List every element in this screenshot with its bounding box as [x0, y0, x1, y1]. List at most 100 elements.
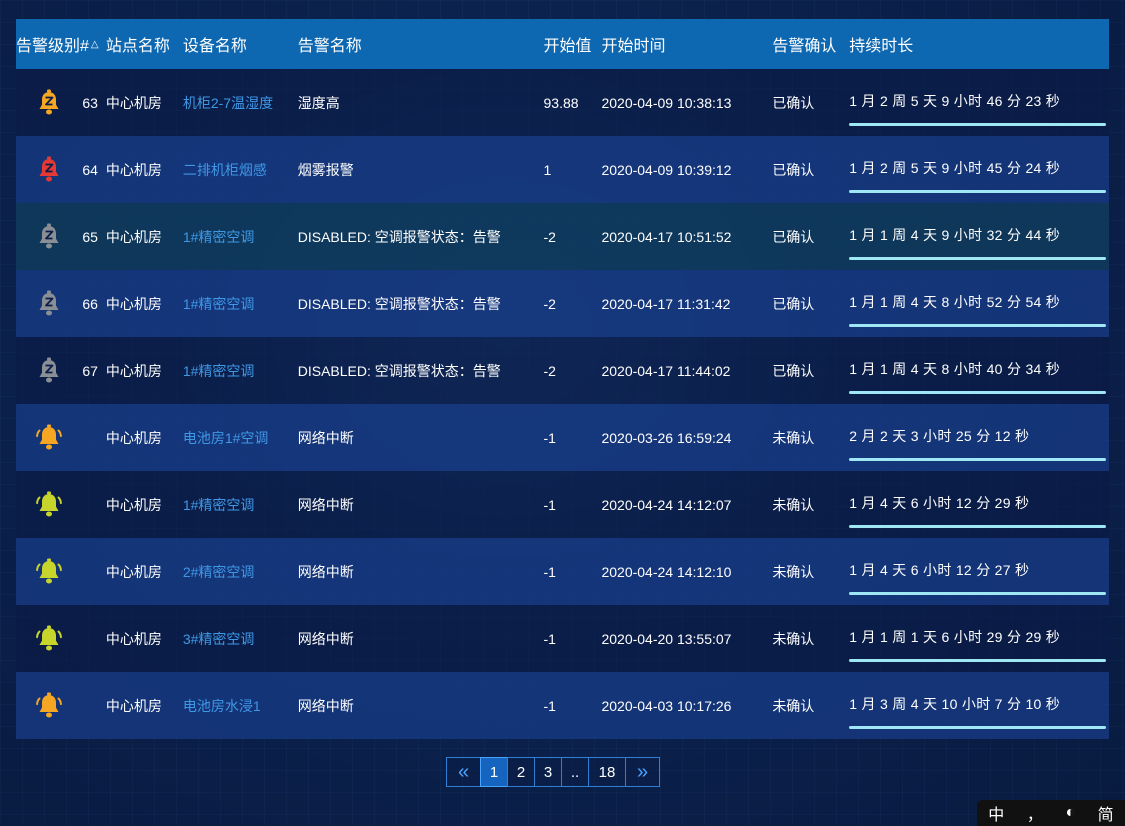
alarm-id: 64	[82, 161, 98, 178]
bell-snooze-icon	[16, 357, 82, 385]
device-link[interactable]: 1#精密空调	[183, 495, 298, 515]
start-time: 2020-04-17 11:44:02	[601, 362, 731, 379]
table-row[interactable]: 64 中心机房 二排机柜烟感 烟雾报警 1 2020-04-09 10:39:12 已确认 1…	[16, 136, 1109, 203]
device-link[interactable]: 电池房水浸1	[183, 696, 298, 716]
site-name: 中心机房	[105, 228, 162, 245]
table-row[interactable]: 中心机房 电池房1#空调 网络中断 -1 2020-03-26 16:59:24 未确认 2…	[16, 404, 1109, 471]
bell-snooze-icon	[16, 223, 82, 251]
alarm-name: DISABLED: 空调报警状态：告警	[297, 362, 501, 379]
page-2-button[interactable]: 2	[507, 757, 535, 787]
duration-cell: 1 月 1 周 1 天 6 小时 29 分 29 秒	[849, 605, 1109, 672]
sort-icon[interactable]: △	[91, 39, 99, 50]
ime-punct-toggle[interactable]: ，	[1027, 801, 1043, 825]
alarm-name: DISABLED: 空调报警状态：告警	[297, 228, 501, 245]
start-time: 2020-04-17 10:51:52	[601, 228, 732, 245]
page-1-button[interactable]: 1	[480, 757, 508, 787]
duration-text: 1 月 3 周 4 天 10 小时 7 分 10 秒	[849, 696, 1061, 712]
duration-cell: 2 月 2 天 3 小时 25 分 12 秒	[849, 404, 1109, 471]
ack-status: 已确认	[772, 228, 815, 245]
alarm-name: DISABLED: 空调报警状态：告警	[297, 295, 501, 312]
device-link[interactable]: 1#精密空调	[183, 227, 298, 247]
site-name: 中心机房	[105, 161, 162, 178]
table-row[interactable]: 63 中心机房 机柜2-7温湿度 湿度高 93.88 2020-04-09 10:38:1…	[16, 69, 1109, 136]
alarm-name: 湿度高	[297, 94, 340, 111]
start-value: -1	[543, 429, 556, 446]
ack-status: 已确认	[772, 94, 815, 111]
start-time: 2020-04-24 14:12:07	[601, 496, 732, 513]
header-ack[interactable]: 告警确认	[772, 32, 849, 56]
duration-text: 1 月 1 周 4 天 9 小时 32 分 44 秒	[849, 227, 1061, 243]
duration-bar	[849, 123, 1107, 126]
ack-status: 已确认	[772, 161, 815, 178]
start-value: -1	[543, 630, 556, 647]
site-name: 中心机房	[105, 362, 162, 379]
duration-bar	[849, 659, 1107, 662]
table-row[interactable]: 中心机房 3#精密空调 网络中断 -1 2020-04-20 13:55:07 未确认 1 …	[16, 605, 1109, 672]
page-ellipsis: ..	[561, 757, 589, 787]
bell-snooze-icon	[16, 89, 82, 117]
duration-bar	[849, 525, 1107, 528]
table-row[interactable]: 中心机房 1#精密空调 网络中断 -1 2020-04-24 14:12:07 未确认 1 …	[16, 471, 1109, 538]
duration-bar	[849, 726, 1107, 729]
duration-bar	[849, 190, 1107, 193]
duration-cell: 1 月 1 周 4 天 9 小时 32 分 44 秒	[849, 203, 1109, 270]
ime-lang-toggle[interactable]: 中	[988, 801, 1004, 825]
header-level-label: 告警级别#	[16, 38, 89, 55]
duration-text: 1 月 2 周 5 天 9 小时 46 分 23 秒	[849, 93, 1061, 109]
ack-status: 未确认	[772, 496, 815, 513]
header-start-value[interactable]: 开始值	[544, 32, 602, 56]
duration-bar	[849, 391, 1107, 394]
page-3-button[interactable]: 3	[534, 757, 562, 787]
alarm-name: 网络中断	[297, 630, 354, 647]
alarm-id: 63	[82, 94, 98, 111]
header-level[interactable]: 告警级别# △	[16, 32, 100, 56]
site-name: 中心机房	[105, 630, 162, 647]
duration-text: 1 月 4 天 6 小时 12 分 27 秒	[849, 562, 1030, 578]
header-duration[interactable]: 持续时长	[849, 19, 1109, 69]
ime-moon-icon[interactable]: ◐	[1065, 804, 1075, 822]
start-value: -1	[543, 496, 556, 513]
duration-text: 1 月 1 周 4 天 8 小时 40 分 34 秒	[849, 361, 1061, 377]
duration-text: 1 月 1 周 1 天 6 小时 29 分 29 秒	[849, 629, 1061, 645]
device-link[interactable]: 电池房1#空调	[183, 428, 298, 448]
header-alarm[interactable]: 告警名称	[298, 32, 544, 56]
device-link[interactable]: 机柜2-7温湿度	[183, 93, 298, 113]
duration-bar	[849, 257, 1107, 260]
site-name: 中心机房	[105, 94, 162, 111]
device-link[interactable]: 二排机柜烟感	[183, 160, 298, 180]
device-link[interactable]: 3#精密空调	[183, 629, 298, 649]
start-time: 2020-04-17 11:31:42	[601, 295, 731, 312]
start-time: 2020-04-03 10:17:26	[601, 697, 732, 714]
duration-cell: 1 月 1 周 4 天 8 小时 40 分 34 秒	[849, 337, 1109, 404]
device-link[interactable]: 1#精密空调	[183, 294, 298, 314]
site-name: 中心机房	[105, 496, 162, 513]
duration-text: 1 月 2 周 5 天 9 小时 45 分 24 秒	[849, 160, 1061, 176]
table-row[interactable]: 67 中心机房 1#精密空调 DISABLED: 空调报警状态：告警 -2 2020-04…	[16, 337, 1109, 404]
table-row[interactable]: 中心机房 电池房水浸1 网络中断 -1 2020-04-03 10:17:26 未确认 1 …	[16, 672, 1109, 739]
alarm-name: 网络中断	[297, 496, 354, 513]
ime-mode-toggle[interactable]: 简	[1098, 801, 1114, 825]
header-device[interactable]: 设备名称	[183, 32, 298, 56]
duration-text: 1 月 4 天 6 小时 12 分 29 秒	[849, 495, 1030, 511]
duration-cell: 1 月 1 周 4 天 8 小时 52 分 54 秒	[849, 270, 1109, 337]
site-name: 中心机房	[105, 697, 162, 714]
start-value: -2	[543, 295, 556, 312]
bell-snooze-icon	[16, 156, 82, 184]
device-link[interactable]: 1#精密空调	[183, 361, 298, 381]
table-row[interactable]: 中心机房 2#精密空调 网络中断 -1 2020-04-24 14:12:10 未确认 1 …	[16, 538, 1109, 605]
ack-status: 未确认	[772, 429, 815, 446]
header-start-time[interactable]: 开始时间	[601, 32, 772, 56]
site-name: 中心机房	[105, 563, 162, 580]
prev-page-button[interactable]: «	[446, 757, 481, 787]
table-row[interactable]: 66 中心机房 1#精密空调 DISABLED: 空调报警状态：告警 -2 2020-04…	[16, 270, 1109, 337]
site-name: 中心机房	[105, 295, 162, 312]
next-page-button[interactable]: »	[625, 757, 660, 787]
duration-cell: 1 月 4 天 6 小时 12 分 29 秒	[849, 471, 1109, 538]
page-18-button[interactable]: 18	[588, 757, 626, 787]
start-time: 2020-04-09 10:39:12	[601, 161, 732, 178]
header-site[interactable]: 站点名称	[100, 32, 183, 56]
table-row[interactable]: 65 中心机房 1#精密空调 DISABLED: 空调报警状态：告警 -2 2020-04…	[16, 203, 1109, 270]
table-header: 告警级别# △ 站点名称 设备名称 告警名称 开始值 开始时间 告警确认 持续时长	[16, 19, 1109, 69]
device-link[interactable]: 2#精密空调	[183, 562, 298, 582]
duration-bar	[849, 592, 1107, 595]
